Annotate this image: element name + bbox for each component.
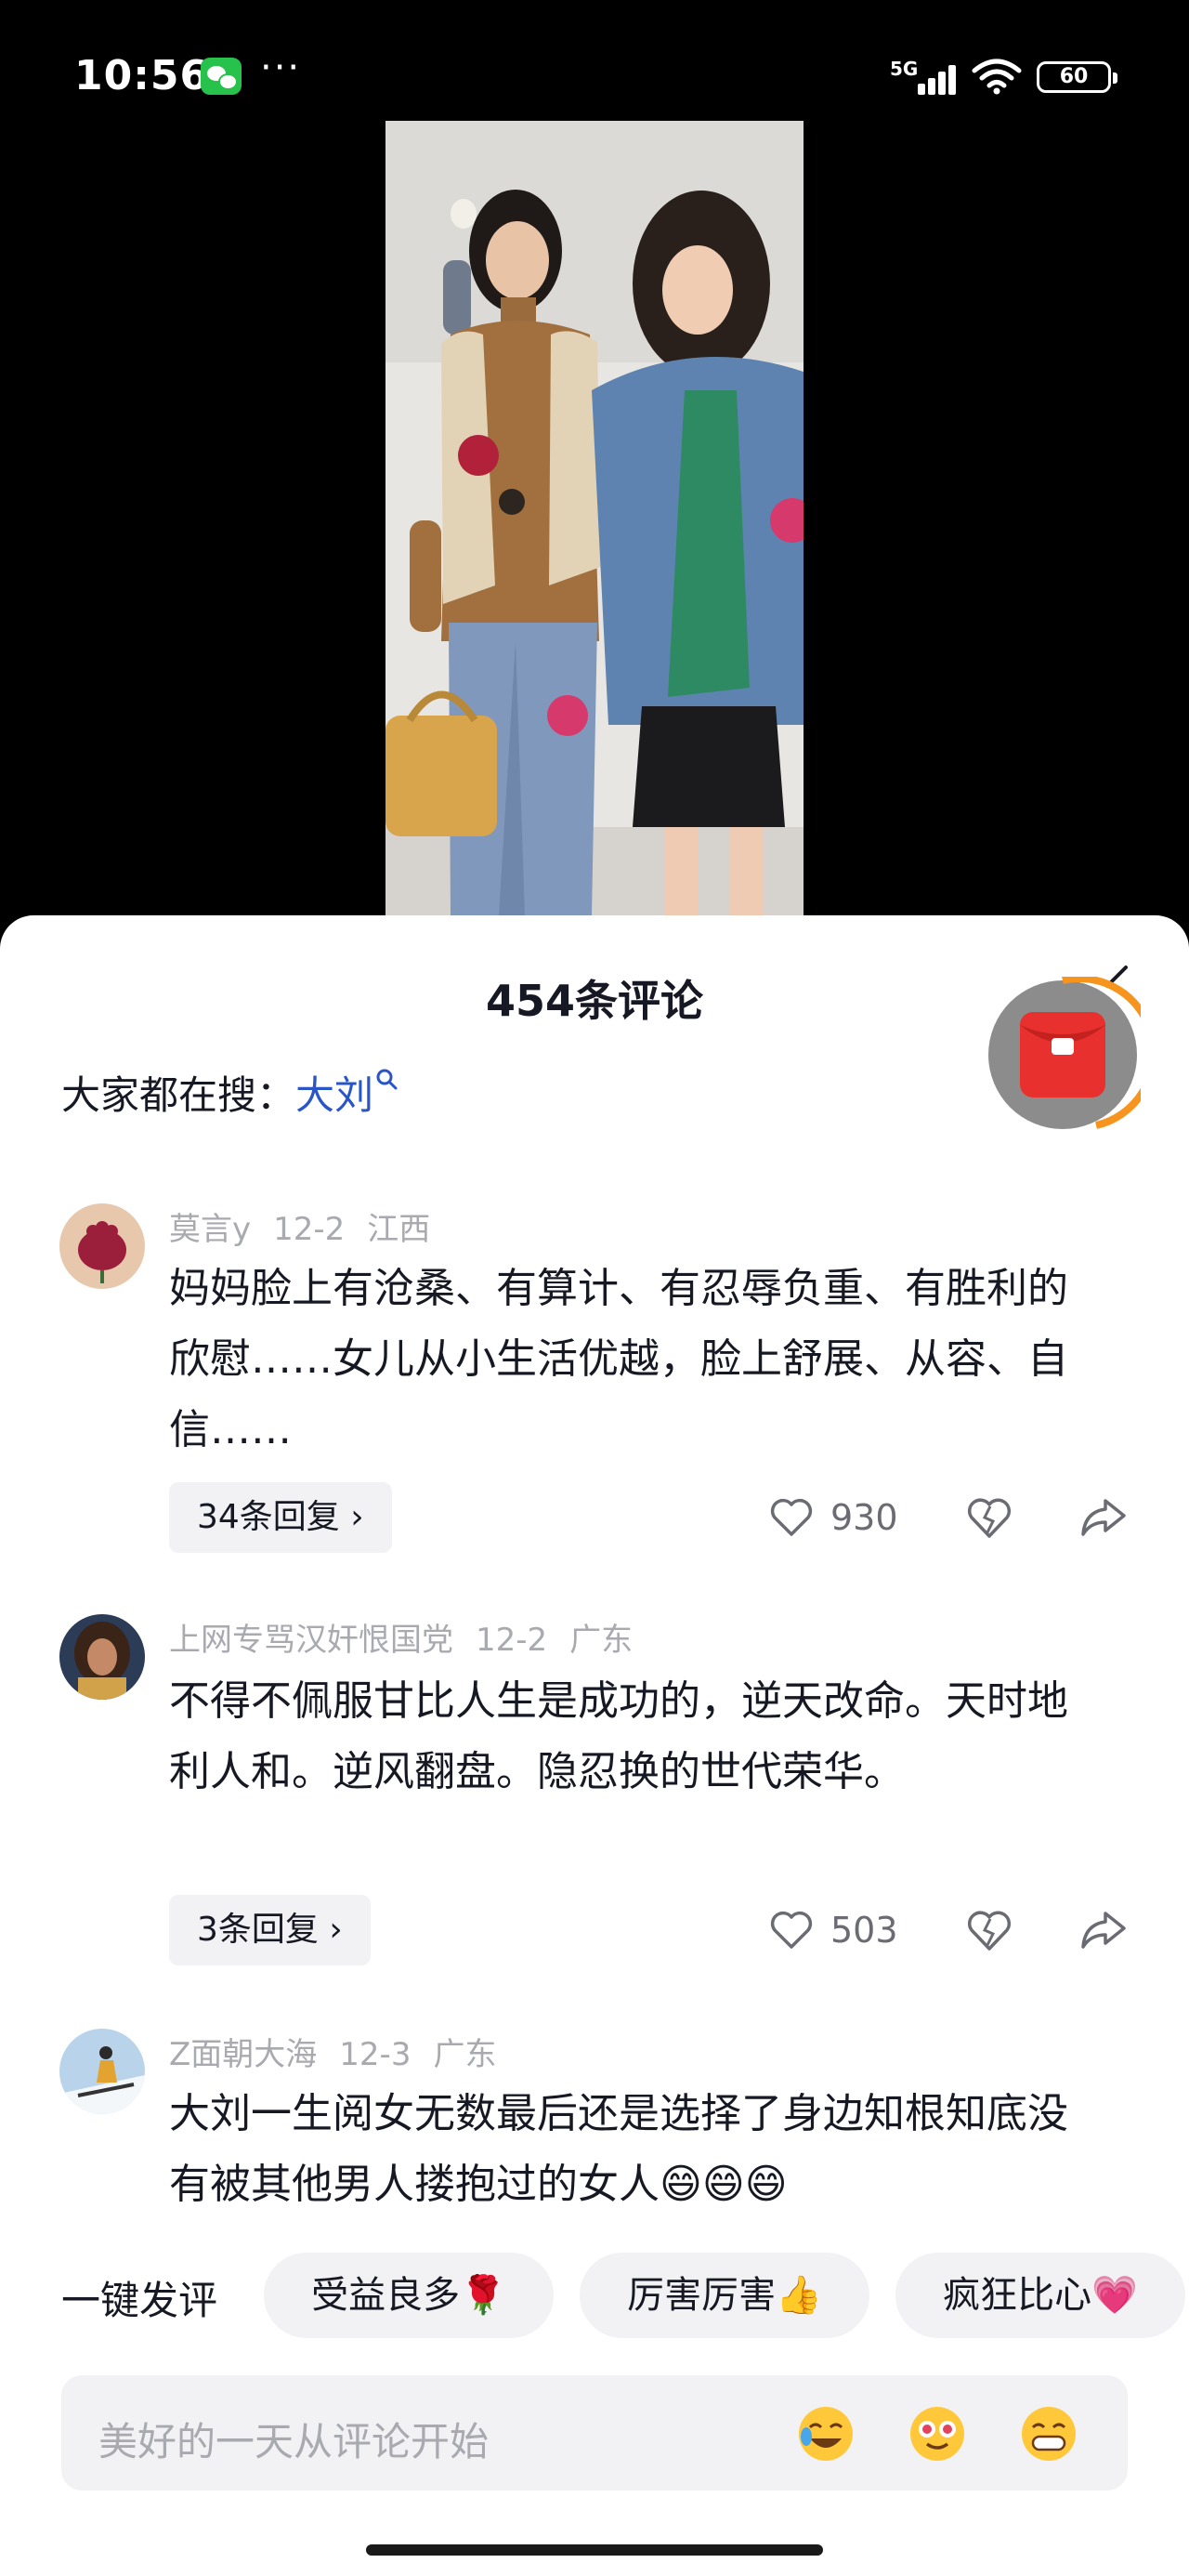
share-icon[interactable] (1078, 1492, 1130, 1542)
quick-reply-chip[interactable]: 厉害厉害👍 (580, 2253, 869, 2338)
trending-search-link[interactable]: 大刘 (295, 1072, 373, 1118)
search-icon[interactable] (375, 1068, 399, 1092)
grinning-emoji-icon[interactable] (1018, 2403, 1079, 2464)
comment-meta: Z面朝大海 12-3 广东 (169, 2029, 518, 2074)
avatar[interactable] (59, 1614, 145, 1700)
broken-heart-icon[interactable] (964, 1493, 1014, 1544)
broken-heart-icon[interactable] (964, 1906, 1014, 1956)
more-notifications-icon: ··· (260, 46, 302, 89)
comment-text[interactable]: 大刘一生阅女无数最后还是选择了身边知根知底没有被其他男人搂抱过的女人😄😄😄 (169, 2079, 1098, 2220)
like-count: 503 (830, 1910, 898, 1951)
wechat-notification-icon (201, 58, 242, 95)
quick-reply-bar: 一键发评 受益良多🌹 厉害厉害👍 疯狂比心💗 (0, 2249, 1189, 2342)
heart-icon (770, 1498, 813, 1536)
comment-text-content: 大刘一生阅女无数最后还是选择了身边知根知底没有被其他男人搂抱过的女人 (169, 2090, 1068, 2208)
replies-count: 3条回复 (197, 1911, 319, 1949)
battery-indicator: 60 (1037, 61, 1117, 93)
star-eyes-emoji-icon[interactable] (907, 2403, 968, 2464)
view-replies-button[interactable]: 34条回复 › (169, 1482, 392, 1553)
comment-text[interactable]: 不得不佩服甘比人生是成功的，逆天改命。天时地利人和。逆风翻盘。隐忍换的世代荣华。 (169, 1666, 1098, 1807)
like-button[interactable]: 930 (769, 1490, 898, 1545)
video-photo[interactable] (385, 121, 804, 915)
scroll-fade (0, 2216, 1189, 2254)
wifi-icon (972, 59, 1022, 95)
comment-meta: 莫言y 12-2 江西 (169, 1203, 452, 1249)
share-icon[interactable] (1078, 1904, 1130, 1954)
comment-location: 江西 (367, 1211, 431, 1248)
quick-reply-chip[interactable]: 疯狂比心💗 (895, 2253, 1185, 2338)
quick-reply-chip[interactable]: 受益良多🌹 (264, 2253, 554, 2338)
laughing-emoji: 😄😄😄 (660, 2161, 788, 2208)
home-indicator[interactable] (366, 2544, 823, 2556)
comment-location: 广东 (569, 1622, 634, 1659)
comment-username[interactable]: 上网专骂汉奸恨国党 (169, 1622, 453, 1659)
status-time: 10:56 (74, 52, 210, 99)
comment-date: 12-2 (273, 1211, 346, 1248)
comment-username[interactable]: Z面朝大海 (169, 2036, 317, 2073)
view-replies-button[interactable]: 3条回复 › (169, 1895, 371, 1965)
comment-input[interactable]: 美好的一天从评论开始 (61, 2375, 1128, 2491)
heart-icon (770, 1911, 813, 1949)
status-bar: 10:56 ··· 5G 60 (0, 0, 1189, 121)
comment-date: 12-3 (339, 2036, 412, 2073)
quick-reply-label: 一键发评 (61, 2278, 218, 2323)
cellular-signal-icon: 5G (890, 58, 957, 95)
red-packet-icon[interactable] (985, 977, 1141, 1133)
like-count: 930 (830, 1497, 898, 1538)
comment-input-placeholder: 美好的一天从评论开始 (98, 2419, 490, 2464)
comment-location: 广东 (433, 2036, 497, 2073)
like-button[interactable]: 503 (769, 1902, 898, 1958)
replies-count: 34条回复 (197, 1498, 340, 1536)
comment-meta: 上网专骂汉奸恨国党 12-2 广东 (169, 1614, 655, 1660)
comment-username[interactable]: 莫言y (169, 1211, 251, 1248)
comment-text[interactable]: 妈妈脸上有沧桑、有算计、有忍辱负重、有胜利的欣慰……女儿从小生活优越，脸上舒展、… (169, 1254, 1098, 1465)
network-type: 5G (890, 58, 919, 80)
comment-date: 12-2 (476, 1622, 548, 1659)
trending-search: 大家都在搜：大刘 (61, 1064, 399, 1121)
avatar[interactable] (59, 2029, 145, 2114)
trending-search-label: 大家都在搜： (61, 1072, 296, 1118)
laugh-cry-emoji-icon[interactable] (795, 2403, 856, 2464)
avatar[interactable] (59, 1203, 145, 1289)
